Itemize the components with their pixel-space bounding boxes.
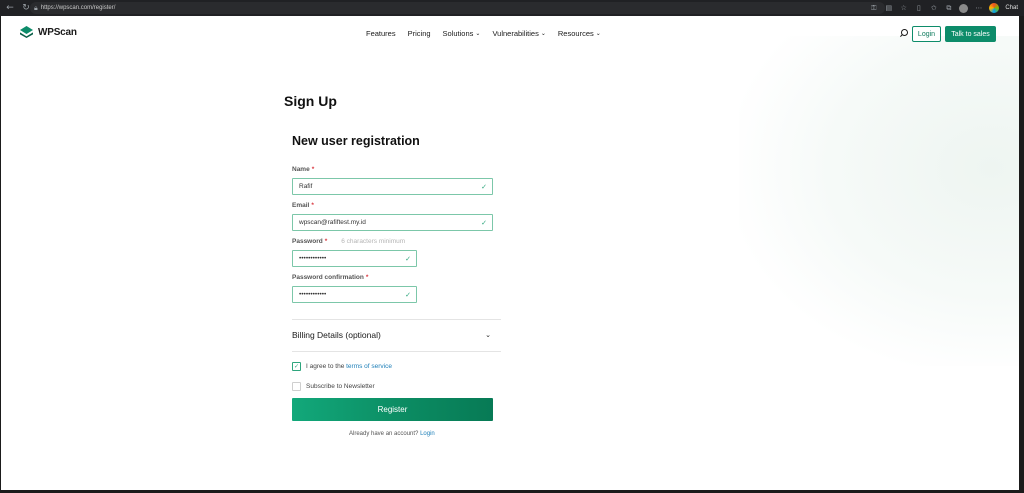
newsletter-label: Subscribe to Newsletter [306, 383, 375, 390]
already-have-account: Already have an account? Login [349, 431, 435, 437]
reader-icon[interactable]: ▤ [884, 4, 893, 12]
header-login-button[interactable]: Login [912, 26, 941, 42]
lock-icon: 🔒︎ [34, 3, 38, 12]
password-confirmation-field[interactable]: •••••••••••• ✓ [292, 286, 417, 303]
chevron-down-icon: ⌄ [485, 331, 491, 339]
menu-item-solutions[interactable]: Solutions ⌄ [443, 29, 481, 38]
billing-details-toggle[interactable]: Billing Details (optional) ⌄ [292, 330, 501, 340]
browser-toolbar: ← ↻ 🔒︎ https://wpscan.com/register/ ⚿ ▤ … [0, 0, 1024, 16]
collections-icon[interactable]: ⧉ [944, 4, 953, 13]
address-bar[interactable]: 🔒︎ https://wpscan.com/register/ [30, 2, 885, 14]
split-screen-icon[interactable]: ▯ [914, 4, 923, 12]
register-button[interactable]: Register [292, 398, 493, 421]
login-link[interactable]: Login [420, 431, 435, 437]
required-mark: * [324, 238, 328, 245]
terms-checkbox[interactable]: ✓ [292, 362, 301, 371]
required-mark: * [365, 274, 369, 281]
required-mark: * [311, 166, 315, 173]
more-icon[interactable]: ⋯ [974, 4, 983, 12]
copilot-icon[interactable] [989, 3, 1000, 13]
email-label: Email * [292, 202, 314, 209]
chevron-down-icon: ⌄ [595, 30, 601, 37]
form-title: New user registration [292, 134, 420, 148]
required-mark: * [311, 202, 314, 209]
menu-item-resources[interactable]: Resources ⌄ [558, 29, 601, 38]
divider [292, 351, 501, 352]
favorites-icon[interactable]: ✩ [929, 4, 938, 12]
page: WPScan Features Pricing Solutions ⌄ Vuln… [1, 16, 1019, 490]
valid-check-icon: ✓ [405, 254, 411, 263]
name-value: Rafif [299, 183, 313, 190]
billing-label: Billing Details (optional) [292, 330, 381, 340]
search-icon[interactable] [899, 29, 908, 38]
site-header: WPScan Features Pricing Solutions ⌄ Vuln… [1, 16, 1019, 52]
chevron-down-icon: ⌄ [475, 30, 481, 37]
main-menu: Features Pricing Solutions ⌄ Vulnerabili… [366, 29, 601, 38]
page-title: Sign Up [284, 93, 337, 109]
menu-item-features[interactable]: Features [366, 29, 396, 38]
background-glow [739, 36, 1019, 366]
valid-check-icon: ✓ [481, 218, 487, 227]
valid-check-icon: ✓ [405, 290, 411, 299]
terms-link[interactable]: terms of service [346, 363, 392, 370]
talk-to-sales-button[interactable]: Talk to sales [945, 26, 996, 42]
password-confirmation-value: •••••••••••• [299, 291, 327, 298]
profile-avatar[interactable] [959, 3, 969, 13]
email-field[interactable]: wpscan@rafiftest.my.id ✓ [292, 214, 493, 231]
star-icon[interactable]: ☆ [899, 4, 908, 12]
logo[interactable]: WPScan [20, 26, 77, 38]
password-field[interactable]: •••••••••••• ✓ [292, 250, 417, 267]
menu-item-pricing[interactable]: Pricing [408, 29, 431, 38]
terms-row: ✓ I agree to the terms of service [292, 362, 392, 371]
address-url: https://wpscan.com/register/ [40, 5, 116, 11]
valid-check-icon: ✓ [481, 182, 487, 191]
name-field[interactable]: Rafif ✓ [292, 178, 493, 195]
menu-item-vulnerabilities[interactable]: Vulnerabilities ⌄ [492, 29, 545, 38]
key-icon[interactable]: ⚿ [869, 4, 878, 13]
chat-label[interactable]: Chat [1005, 5, 1018, 11]
newsletter-checkbox[interactable] [292, 382, 301, 391]
divider [292, 319, 501, 320]
logo-text: WPScan [38, 26, 77, 38]
name-label: Name * [292, 166, 315, 173]
back-icon[interactable]: ← [4, 2, 16, 14]
password-value: •••••••••••• [299, 255, 327, 262]
browser-actions: ⚿ ▤ ☆ ▯ ✩ ⧉ ⋯ Chat [869, 2, 1018, 14]
chevron-down-icon: ⌄ [540, 30, 546, 37]
email-value: wpscan@rafiftest.my.id [299, 219, 366, 226]
password-label: Password * 6 characters minimum [292, 238, 406, 245]
newsletter-row: Subscribe to Newsletter [292, 382, 375, 391]
password-hint: 6 characters minimum [341, 238, 406, 245]
wpscan-logo-icon [20, 26, 33, 38]
password-confirmation-label: Password confirmation * [292, 274, 369, 281]
